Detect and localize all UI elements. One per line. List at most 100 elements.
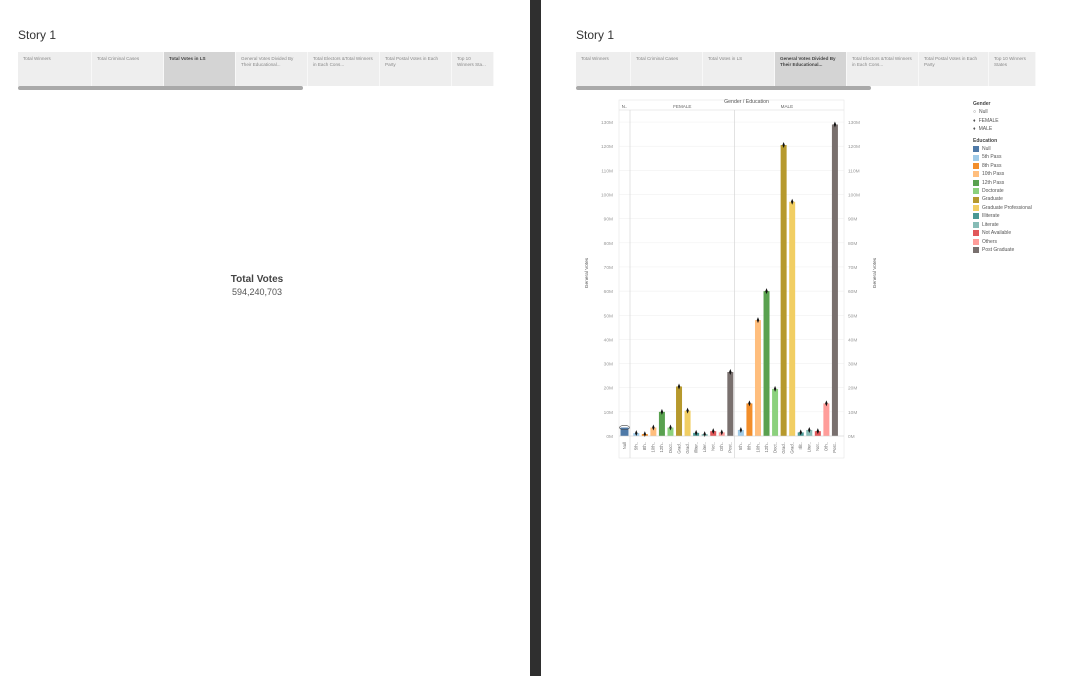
y-tick-label-right: 60M	[848, 289, 857, 295]
gender-legend-title: Gender	[973, 101, 991, 107]
kpi-label: Total Votes	[230, 274, 284, 285]
education-legend-item[interactable]: Doctorate	[973, 187, 1032, 195]
bar	[746, 403, 753, 436]
education-legend-label: 8th Pass	[982, 162, 1002, 169]
story-tab-total-votes[interactable]: Total Votes in LS	[164, 52, 236, 86]
story-tab-postal-votes[interactable]: Total Postal Votes in Each Party	[919, 52, 989, 86]
story-tab-total-winners[interactable]: Total Winners	[18, 52, 92, 86]
y-tick-label: 60M	[604, 289, 613, 295]
y-tick-label: 70M	[604, 265, 613, 271]
story-title: Story 1	[18, 28, 57, 42]
bar	[823, 403, 830, 436]
story-tab-top10-states[interactable]: Top 10 Winners Sta...	[452, 52, 494, 86]
story-tab-electors-winners[interactable]: Total Electors &Total Winners in Each Co…	[847, 52, 919, 86]
education-legend-item[interactable]: Not Available	[973, 229, 1032, 237]
x-tick-label: Grad..	[685, 442, 690, 454]
y-tick-label-right: 90M	[848, 217, 857, 223]
y-tick-label: 0M	[606, 434, 613, 440]
legend-swatch	[973, 163, 979, 170]
y-tick-label: 50M	[604, 313, 613, 319]
bar	[658, 411, 665, 436]
bar	[772, 388, 779, 436]
education-legend-item[interactable]: Post Graduate	[973, 246, 1032, 254]
bar	[620, 427, 629, 436]
education-legend-label: Graduate	[982, 196, 1003, 203]
education-legend-item[interactable]: 5th Pass	[973, 153, 1032, 161]
legend-swatch	[973, 171, 979, 178]
panel-header: N..	[622, 104, 628, 109]
x-tick-label: Oth..	[719, 442, 724, 451]
story-tab-votes-by-education[interactable]: General Votes Divided By Their Education…	[236, 52, 308, 86]
legend-swatch	[973, 196, 979, 203]
education-legend-label: 5th Pass	[982, 154, 1002, 161]
x-tick-label: Illit..	[798, 442, 803, 449]
gender-legend-item[interactable]: ♦ FEMALE	[973, 117, 1032, 125]
education-legend-item[interactable]: Illiterate	[973, 212, 1032, 220]
story-panel-left: Story 1 Total Winners Total Criminal Cas…	[0, 0, 530, 676]
education-legend-label: Graduate Professional	[982, 204, 1032, 211]
legend-swatch	[973, 230, 979, 237]
bar	[684, 410, 691, 436]
y-tick-label-right: 30M	[848, 362, 857, 368]
y-axis-title: General Votes	[584, 257, 590, 288]
legend-panel: Gender ○ Null ♦ FEMALE ♦ MALE Education Nul…	[973, 100, 1032, 254]
legend-swatch	[973, 238, 979, 245]
x-tick-label: Doct..	[668, 442, 673, 453]
y-tick-label: 20M	[604, 386, 613, 392]
story-tab-total-votes[interactable]: Total Votes in LS	[703, 52, 775, 86]
education-legend-item[interactable]: Literate	[973, 221, 1032, 229]
tab-scrollbar[interactable]	[576, 86, 871, 90]
y-tick-label-right: 50M	[848, 313, 857, 319]
bar	[831, 124, 838, 436]
story-tab-top10-states[interactable]: Top 10 Winners States	[989, 52, 1036, 86]
education-legend-label: Null	[982, 146, 991, 153]
story-tab-total-winners[interactable]: Total Winners	[576, 52, 631, 86]
panel-divider	[530, 0, 541, 676]
education-legend-item[interactable]: 8th Pass	[973, 162, 1032, 170]
x-tick-label: Oth..	[824, 442, 829, 451]
bar	[789, 201, 796, 436]
y-tick-label-right: 0M	[848, 434, 855, 440]
education-legend-item[interactable]: 10th Pass	[973, 170, 1032, 178]
story-tab-votes-by-education[interactable]: General Votes Divided By Their Education…	[775, 52, 847, 86]
x-tick-label: Post..	[832, 442, 837, 453]
gender-legend-item[interactable]: ○ Null	[973, 108, 1032, 116]
votes-by-education-chart: 0M 0M 10M 10M 20M 20M 30M 30M 40M 40M 50M 50M 60M 60M…	[584, 99, 878, 459]
education-legend-item[interactable]: Others	[973, 238, 1032, 246]
x-tick-label: 10th..	[651, 442, 656, 452]
gender-legend-label: FEMALE	[978, 117, 999, 124]
x-tick-label: Grad..	[781, 442, 786, 454]
kpi-value: 594,240,703	[231, 287, 283, 297]
x-tick-label: 8th..	[642, 442, 647, 450]
education-legend-item[interactable]: 12th Pass	[973, 179, 1032, 187]
story-tab-electors-winners[interactable]: Total Electors &Total Winners in Each Co…	[308, 52, 380, 86]
education-legend-label: 12th Pass	[982, 179, 1005, 186]
story-tab-criminal-cases[interactable]: Total Criminal Cases	[92, 52, 164, 86]
story-tab-bar: Total Winners Total Criminal Cases Total…	[18, 52, 494, 86]
y-tick-label: 10M	[604, 410, 613, 416]
x-tick-label: 5th..	[634, 442, 639, 450]
story-tab-criminal-cases[interactable]: Total Criminal Cases	[631, 52, 703, 86]
y-tick-label-right: 130M	[848, 120, 860, 126]
education-legend-label: Others	[982, 238, 998, 245]
y-tick-label: 30M	[604, 362, 613, 368]
y-tick-label: 80M	[604, 241, 613, 247]
education-legend-item[interactable]: Graduate Professional	[973, 204, 1032, 212]
x-tick-label: Post..	[728, 442, 733, 453]
education-legend-item[interactable]: Null	[973, 145, 1032, 153]
y-tick-label-right: 10M	[848, 410, 857, 416]
y-tick-label: 120M	[601, 144, 613, 150]
gender-legend-label: MALE	[978, 126, 993, 133]
female-marker-icon: ♦	[973, 117, 976, 124]
gender-legend-item[interactable]: ♦ MALE	[973, 125, 1032, 133]
story-panel-right: Story 1 Total Winners Total Criminal Cas…	[541, 0, 1076, 676]
education-legend-label: Illiterate	[982, 213, 1000, 220]
story-tab-postal-votes[interactable]: Total Postal Votes in Each Party	[380, 52, 452, 86]
education-legend-label: Not Available	[982, 230, 1012, 237]
tab-scrollbar[interactable]	[18, 86, 303, 90]
legend-swatch	[973, 146, 979, 153]
bar	[780, 145, 787, 436]
x-tick-label: 5th..	[738, 442, 743, 450]
education-legend-item[interactable]: Graduate	[973, 195, 1032, 203]
legend-swatch	[973, 179, 979, 186]
